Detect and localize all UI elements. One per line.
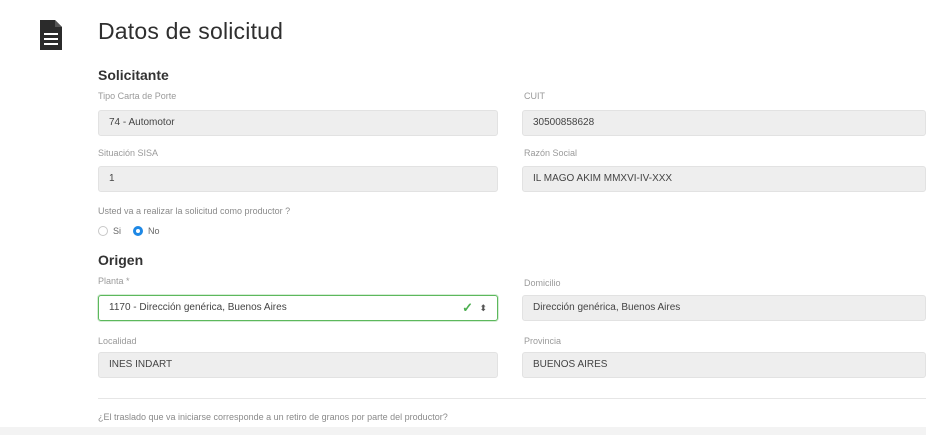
domicilio-label: Domicilio (524, 278, 561, 288)
domicilio-field: Dirección genérica, Buenos Aires (522, 295, 926, 321)
sort-caret-icon[interactable]: ⬍ (479, 296, 487, 320)
planta-label: Planta * (98, 276, 130, 286)
cuit-field: 30500858628 (522, 110, 926, 136)
situacion-sisa-label: Situación SISA (98, 148, 159, 158)
traslado-question: ¿El traslado que va iniciarse correspond… (98, 412, 448, 422)
section-title-solicitante: Solicitante (98, 67, 169, 83)
productor-radio-group: Si No (98, 224, 172, 238)
provincia-value: BUENOS AIRES (533, 359, 608, 370)
cuit-value: 30500858628 (533, 117, 595, 128)
tipo-carta-field: 74 - Automotor (98, 110, 498, 136)
tipo-carta-label: Tipo Carta de Porte (98, 91, 177, 101)
situacion-sisa-value: 1 (109, 173, 115, 184)
domicilio-value: Dirección genérica, Buenos Aires (533, 302, 681, 313)
tipo-carta-value: 74 - Automotor (109, 117, 175, 128)
document-icon (40, 20, 62, 50)
razon-social-field: IL MAGO AKIM MMXVI-IV-XXX (522, 166, 926, 192)
radio-si-label[interactable]: Si (113, 226, 121, 236)
radio-si[interactable] (98, 226, 108, 236)
check-icon: ✓ (462, 300, 473, 315)
razon-social-value: IL MAGO AKIM MMXVI-IV-XXX (533, 173, 673, 184)
localidad-label: Localidad (98, 336, 137, 346)
situacion-sisa-field: 1 (98, 166, 498, 192)
productor-question: Usted va a realizar la solicitud como pr… (98, 206, 291, 216)
bottom-strip (0, 427, 926, 435)
cuit-label: CUIT (524, 91, 545, 101)
page-title: Datos de solicitud (98, 18, 284, 44)
radio-no-label[interactable]: No (148, 226, 160, 236)
section-title-origen: Origen (98, 252, 144, 268)
radio-no[interactable] (133, 226, 144, 236)
localidad-field: INES INDART (98, 352, 498, 378)
localidad-value: INES INDART (109, 359, 173, 370)
planta-select[interactable]: 1170 - Dirección genérica, Buenos Aires … (98, 295, 498, 321)
provincia-field: BUENOS AIRES (522, 352, 926, 378)
provincia-label: Provincia (524, 336, 562, 346)
planta-value: 1170 - Dirección genérica, Buenos Aires (109, 302, 287, 313)
section-divider (98, 398, 926, 399)
razon-social-label: Razón Social (524, 148, 578, 158)
